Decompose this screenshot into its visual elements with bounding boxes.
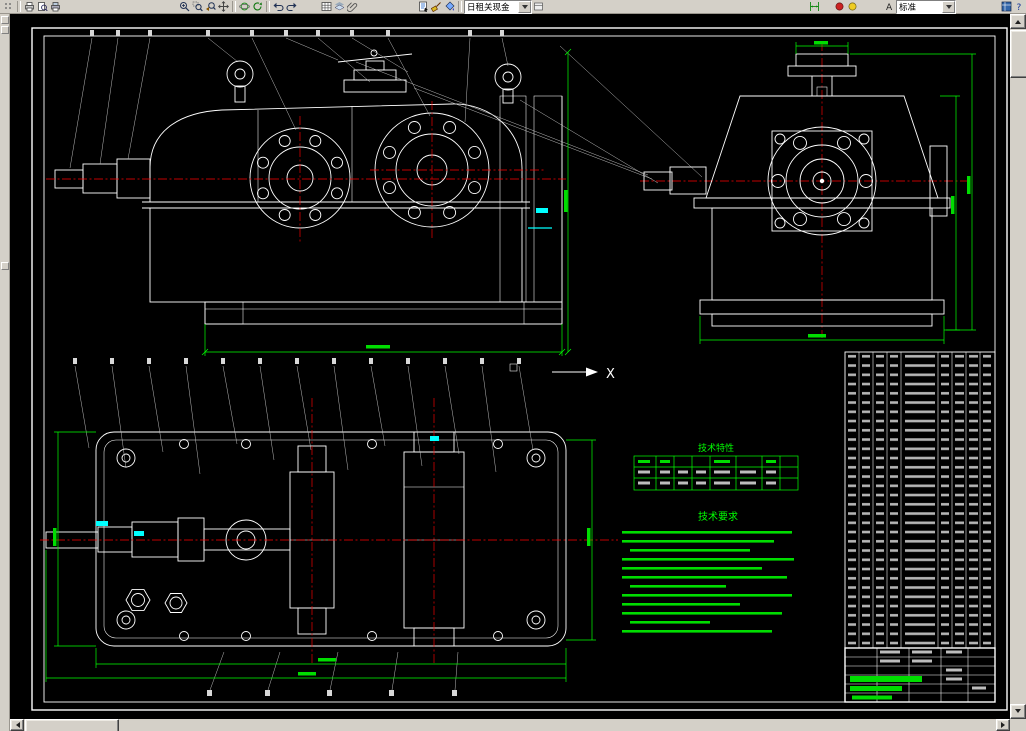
- attach-icon[interactable]: [346, 0, 359, 13]
- scroll-up-icon: [1015, 17, 1021, 24]
- main-toolbar: 日租关现金 A 标准 ?: [0, 0, 1026, 14]
- scroll-left-button[interactable]: [10, 719, 24, 731]
- bulb-icon[interactable]: [846, 0, 859, 13]
- layer-states-icon[interactable]: [532, 0, 545, 13]
- front-view-dimensions: [201, 48, 572, 356]
- print-icon[interactable]: [23, 0, 36, 13]
- text-style-combo[interactable]: 标准: [896, 0, 956, 14]
- drawing-canvas[interactable]: X 技术特性 技术要求: [10, 14, 1010, 719]
- chevron-down-icon[interactable]: [942, 0, 955, 13]
- scroll-right-icon: [1000, 722, 1008, 728]
- zoom-previous-icon[interactable]: [204, 0, 217, 13]
- palette-icon[interactable]: [1000, 0, 1013, 13]
- layers-icon[interactable]: [333, 0, 346, 13]
- toolbar-separator: [458, 1, 462, 12]
- plan-view-dimensions: [45, 431, 596, 682]
- dim-style-combo-value: 日租关现金: [467, 1, 510, 12]
- scroll-right-button[interactable]: [996, 719, 1010, 731]
- record-icon[interactable]: [833, 0, 846, 13]
- cad-application-window: 日租关现金 A 标准 ? X 技术特性 技术要求: [0, 0, 1026, 731]
- scroll-left-icon: [13, 722, 20, 728]
- text-style-icon[interactable]: A: [883, 0, 896, 13]
- undo-icon[interactable]: [272, 0, 285, 13]
- orbit-icon[interactable]: [238, 0, 251, 13]
- item-leaders-front: [69, 30, 703, 184]
- vertical-scrollbar[interactable]: [1010, 14, 1026, 719]
- tech-req-title: 技术要求: [698, 510, 738, 523]
- title-block: [844, 647, 996, 703]
- front-view: [46, 49, 566, 325]
- horizontal-scrollbar-thumb[interactable]: [25, 719, 119, 731]
- match-properties-icon[interactable]: [430, 0, 443, 13]
- left-toolbar-button-1[interactable]: [1, 16, 9, 24]
- scroll-down-button[interactable]: [1010, 704, 1026, 719]
- svg-text:?: ?: [1017, 3, 1022, 12]
- zoom-realtime-icon[interactable]: [178, 0, 191, 13]
- vertical-scrollbar-thumb[interactable]: [1010, 30, 1026, 78]
- dim-linear-icon[interactable]: [808, 0, 821, 13]
- svg-text:A: A: [886, 3, 893, 12]
- tech-spec-title: 技术特性: [698, 442, 734, 454]
- section-arrow: X: [509, 363, 615, 382]
- text-style-combo-value: 标准: [899, 1, 917, 12]
- regen-icon[interactable]: [251, 0, 264, 13]
- tech-req-block: 技术要求: [622, 510, 794, 633]
- help-icon[interactable]: ?: [1013, 0, 1026, 13]
- toolbar-separator: [232, 1, 236, 12]
- scroll-up-button[interactable]: [1010, 14, 1026, 29]
- bom-table: [844, 351, 996, 649]
- toolbar-right-group: A 标准 ?: [808, 0, 1026, 14]
- side-view: [640, 42, 968, 338]
- toolbar-separator: [266, 1, 270, 12]
- horizontal-scrollbar[interactable]: [10, 719, 1010, 731]
- plot-icon[interactable]: [49, 0, 62, 13]
- left-toolbar-button-2[interactable]: [1, 26, 9, 34]
- plan-view: [40, 398, 618, 664]
- grip-icon[interactable]: [2, 0, 15, 13]
- pan-icon[interactable]: [217, 0, 230, 13]
- dim-style-combo[interactable]: 日租关现金: [464, 0, 532, 14]
- side-view-dimensions: [699, 41, 976, 344]
- table-icon[interactable]: [320, 0, 333, 13]
- scroll-down-icon: [1015, 709, 1021, 716]
- scrollbar-corner: [1010, 719, 1026, 731]
- left-toolbar-button-3[interactable]: [1, 262, 9, 270]
- print-preview-icon[interactable]: [36, 0, 49, 13]
- toolbar-separator: [17, 1, 21, 12]
- tech-spec-table: 技术特性: [633, 442, 799, 491]
- paint-icon[interactable]: [443, 0, 456, 13]
- zoom-window-icon[interactable]: [191, 0, 204, 13]
- properties-icon[interactable]: [417, 0, 430, 13]
- redo-icon[interactable]: [285, 0, 298, 13]
- left-toolbar: [0, 14, 10, 731]
- chevron-down-icon[interactable]: [518, 0, 531, 13]
- section-label: X: [606, 367, 615, 382]
- cad-drawing: X 技术特性 技术要求: [31, 27, 1008, 711]
